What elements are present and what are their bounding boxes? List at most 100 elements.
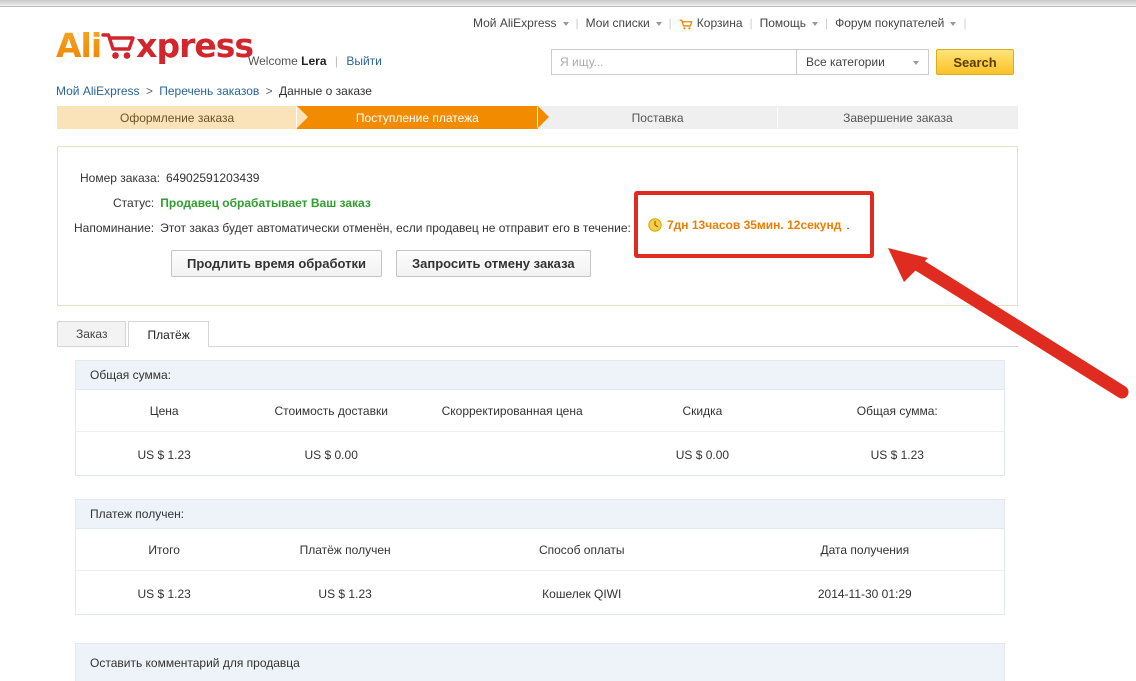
nav-item-my-lists[interactable]: Мои списки xyxy=(579,16,669,30)
tab-order[interactable]: Заказ xyxy=(57,321,127,346)
table-header-row: Итого Платёж получен Способ оплаты Дата … xyxy=(76,529,1004,571)
order-progress-steps: Оформление заказа Поступление платежа По… xyxy=(57,106,1018,129)
cell-price: US $ 1.23 xyxy=(137,448,191,462)
breadcrumb-current: Данные о заказе xyxy=(278,84,372,98)
nav-item-buyer-forum[interactable]: Форум покупателей xyxy=(828,16,963,30)
column-header-discount: Скидка xyxy=(614,390,791,432)
breadcrumb-separator: > xyxy=(145,84,153,98)
search-button[interactable]: Search xyxy=(936,49,1014,75)
seller-comment-panel: Оставить комментарий для продавца xyxy=(75,643,1005,681)
tab-label: Платёж xyxy=(147,327,190,342)
column-header-payment-received: Платёж получен xyxy=(252,529,438,571)
step-label: Поступление платежа xyxy=(355,110,479,125)
column-header-receipt-date: Дата получения xyxy=(725,529,1004,571)
breadcrumb-my-aliexpress[interactable]: Мой AliExpress xyxy=(56,84,140,98)
payment-received-table: Итого Платёж получен Способ оплаты Дата … xyxy=(76,529,1004,618)
cell-shipping-cost: US $ 0.00 xyxy=(304,448,358,462)
welcome-greeting: Welcome xyxy=(248,54,298,68)
cell-receipt-date: 2014-11-30 01:29 xyxy=(817,587,912,601)
order-number-label: Номер заказа: xyxy=(80,171,161,185)
chevron-down-icon xyxy=(811,22,818,26)
order-reminder-row: Напоминание: Этот заказ будет автоматиче… xyxy=(58,221,631,235)
cell-discount: US $ 0.00 xyxy=(675,448,730,462)
tab-label: Заказ xyxy=(76,327,108,341)
cell-adjusted-price xyxy=(410,432,614,480)
order-reminder-label: Напоминание: xyxy=(74,221,155,235)
table-row: US $ 1.23 US $ 0.00 US $ 0.00 US $ 1.23 xyxy=(76,432,1004,480)
search-category-select[interactable]: Все категории xyxy=(796,49,929,75)
breadcrumb-order-list[interactable]: Перечень заказов xyxy=(159,84,259,98)
nav-item-label: Мой AliExpress xyxy=(473,16,557,30)
nav-item-my-aliexpress[interactable]: Мой AliExpress xyxy=(466,16,576,30)
countdown-trailing-period: . xyxy=(846,218,850,232)
shopping-cart-icon xyxy=(101,32,135,59)
order-number-row: Номер заказа: 64902591203439 xyxy=(80,171,259,185)
nav-divider: | xyxy=(963,16,967,30)
browser-chrome-strip xyxy=(0,0,1136,7)
cart-icon xyxy=(679,19,693,29)
breadcrumb: Мой AliExpress > Перечень заказов > Данн… xyxy=(56,84,372,98)
request-order-cancellation-button[interactable]: Запросить отмену заказа xyxy=(396,250,591,277)
chevron-down-icon xyxy=(950,22,957,26)
column-header-shipping-cost: Стоимость доставки xyxy=(252,390,411,432)
cell-subtotal: US $ 1.23 xyxy=(137,587,191,601)
tab-payment[interactable]: Платёж xyxy=(128,321,209,347)
nav-item-label: Корзина xyxy=(696,16,743,30)
breadcrumb-separator: > xyxy=(265,84,273,98)
order-status-row: Статус: Продавец обрабатывает Ваш заказ xyxy=(113,196,371,210)
step-arrow-tip xyxy=(777,106,789,128)
welcome-bar: Welcome Lera | Выйти xyxy=(248,54,382,68)
nav-item-label: Помощь xyxy=(759,16,806,30)
countdown-text: 7дн 13часов 35мин. 12секунд xyxy=(667,218,842,232)
nav-item-cart[interactable]: Корзина xyxy=(672,16,750,30)
order-summary-box: Номер заказа: 64902591203439 Статус: Про… xyxy=(57,146,1018,306)
step-label: Поставка xyxy=(631,110,684,125)
order-detail-tabs: Заказ Платёж xyxy=(57,321,1018,347)
panel-title: Оставить комментарий для продавца xyxy=(76,644,1004,681)
step-arrow-tip xyxy=(297,106,309,128)
signout-link[interactable]: Выйти xyxy=(346,54,382,68)
cell-payment-received: US $ 1.23 xyxy=(318,587,372,601)
aliexpress-logo[interactable]: Ali xpress xyxy=(56,26,254,65)
extend-processing-time-button[interactable]: Продлить время обработки xyxy=(171,250,382,277)
chevron-down-icon xyxy=(562,22,569,26)
logo-text-ali: Ali xyxy=(56,26,102,65)
step-label: Завершение заказа xyxy=(843,110,953,125)
step-order-complete: Завершение заказа xyxy=(777,106,1018,129)
cell-total: US $ 1.23 xyxy=(870,448,924,462)
step-arrow-tip xyxy=(537,106,549,128)
panel-title: Платеж получен: xyxy=(76,500,1004,529)
column-header-adjusted-price: Скорректированная цена xyxy=(410,390,615,432)
total-amount-panel: Общая сумма: Цена Стоимость доставки Ско… xyxy=(75,360,1005,476)
logo-text-xpress: xpress xyxy=(136,26,254,65)
step-payment-received: Поступление платежа xyxy=(297,106,549,129)
clock-icon xyxy=(648,218,662,232)
column-header-subtotal: Итого xyxy=(76,529,253,571)
status-badge: Продавец обрабатывает Ваш заказ xyxy=(160,196,371,210)
top-navigation: Мой AliExpress | Мои списки | Корзина | … xyxy=(466,16,967,30)
nav-item-label: Мои списки xyxy=(585,16,650,30)
welcome-username: Lera xyxy=(301,54,327,68)
search-bar: Все категории Search xyxy=(551,49,1014,75)
cancellation-countdown: 7дн 13часов 35мин. 12секунд . xyxy=(648,218,850,232)
table-row: US $ 1.23 US $ 1.23 Кошелек QIWI 2014-11… xyxy=(76,571,1004,619)
search-category-label: Все категории xyxy=(806,55,885,69)
chevron-down-icon xyxy=(913,61,919,65)
payment-received-panel: Платеж получен: Итого Платёж получен Спо… xyxy=(75,499,1005,615)
order-number-value: 64902591203439 xyxy=(166,171,260,185)
step-delivery: Поставка xyxy=(537,106,789,129)
step-order-placed: Оформление заказа xyxy=(57,106,309,129)
column-header-payment-method: Способ оплаты xyxy=(437,529,726,571)
chevron-down-icon xyxy=(655,22,662,26)
step-label: Оформление заказа xyxy=(120,110,235,125)
cell-payment-method: Кошелек QIWI xyxy=(542,587,622,601)
nav-item-help[interactable]: Помощь xyxy=(753,16,825,30)
panel-title: Общая сумма: xyxy=(76,361,1004,390)
total-amount-table: Цена Стоимость доставки Скорректированна… xyxy=(76,390,1004,479)
column-header-total: Общая сумма: xyxy=(790,390,1004,432)
search-input[interactable] xyxy=(551,49,796,75)
column-header-price: Цена xyxy=(76,390,253,432)
table-header-row: Цена Стоимость доставки Скорректированна… xyxy=(76,390,1004,432)
order-status-label: Статус: xyxy=(113,196,155,210)
nav-item-label: Форум покупателей xyxy=(835,16,945,30)
